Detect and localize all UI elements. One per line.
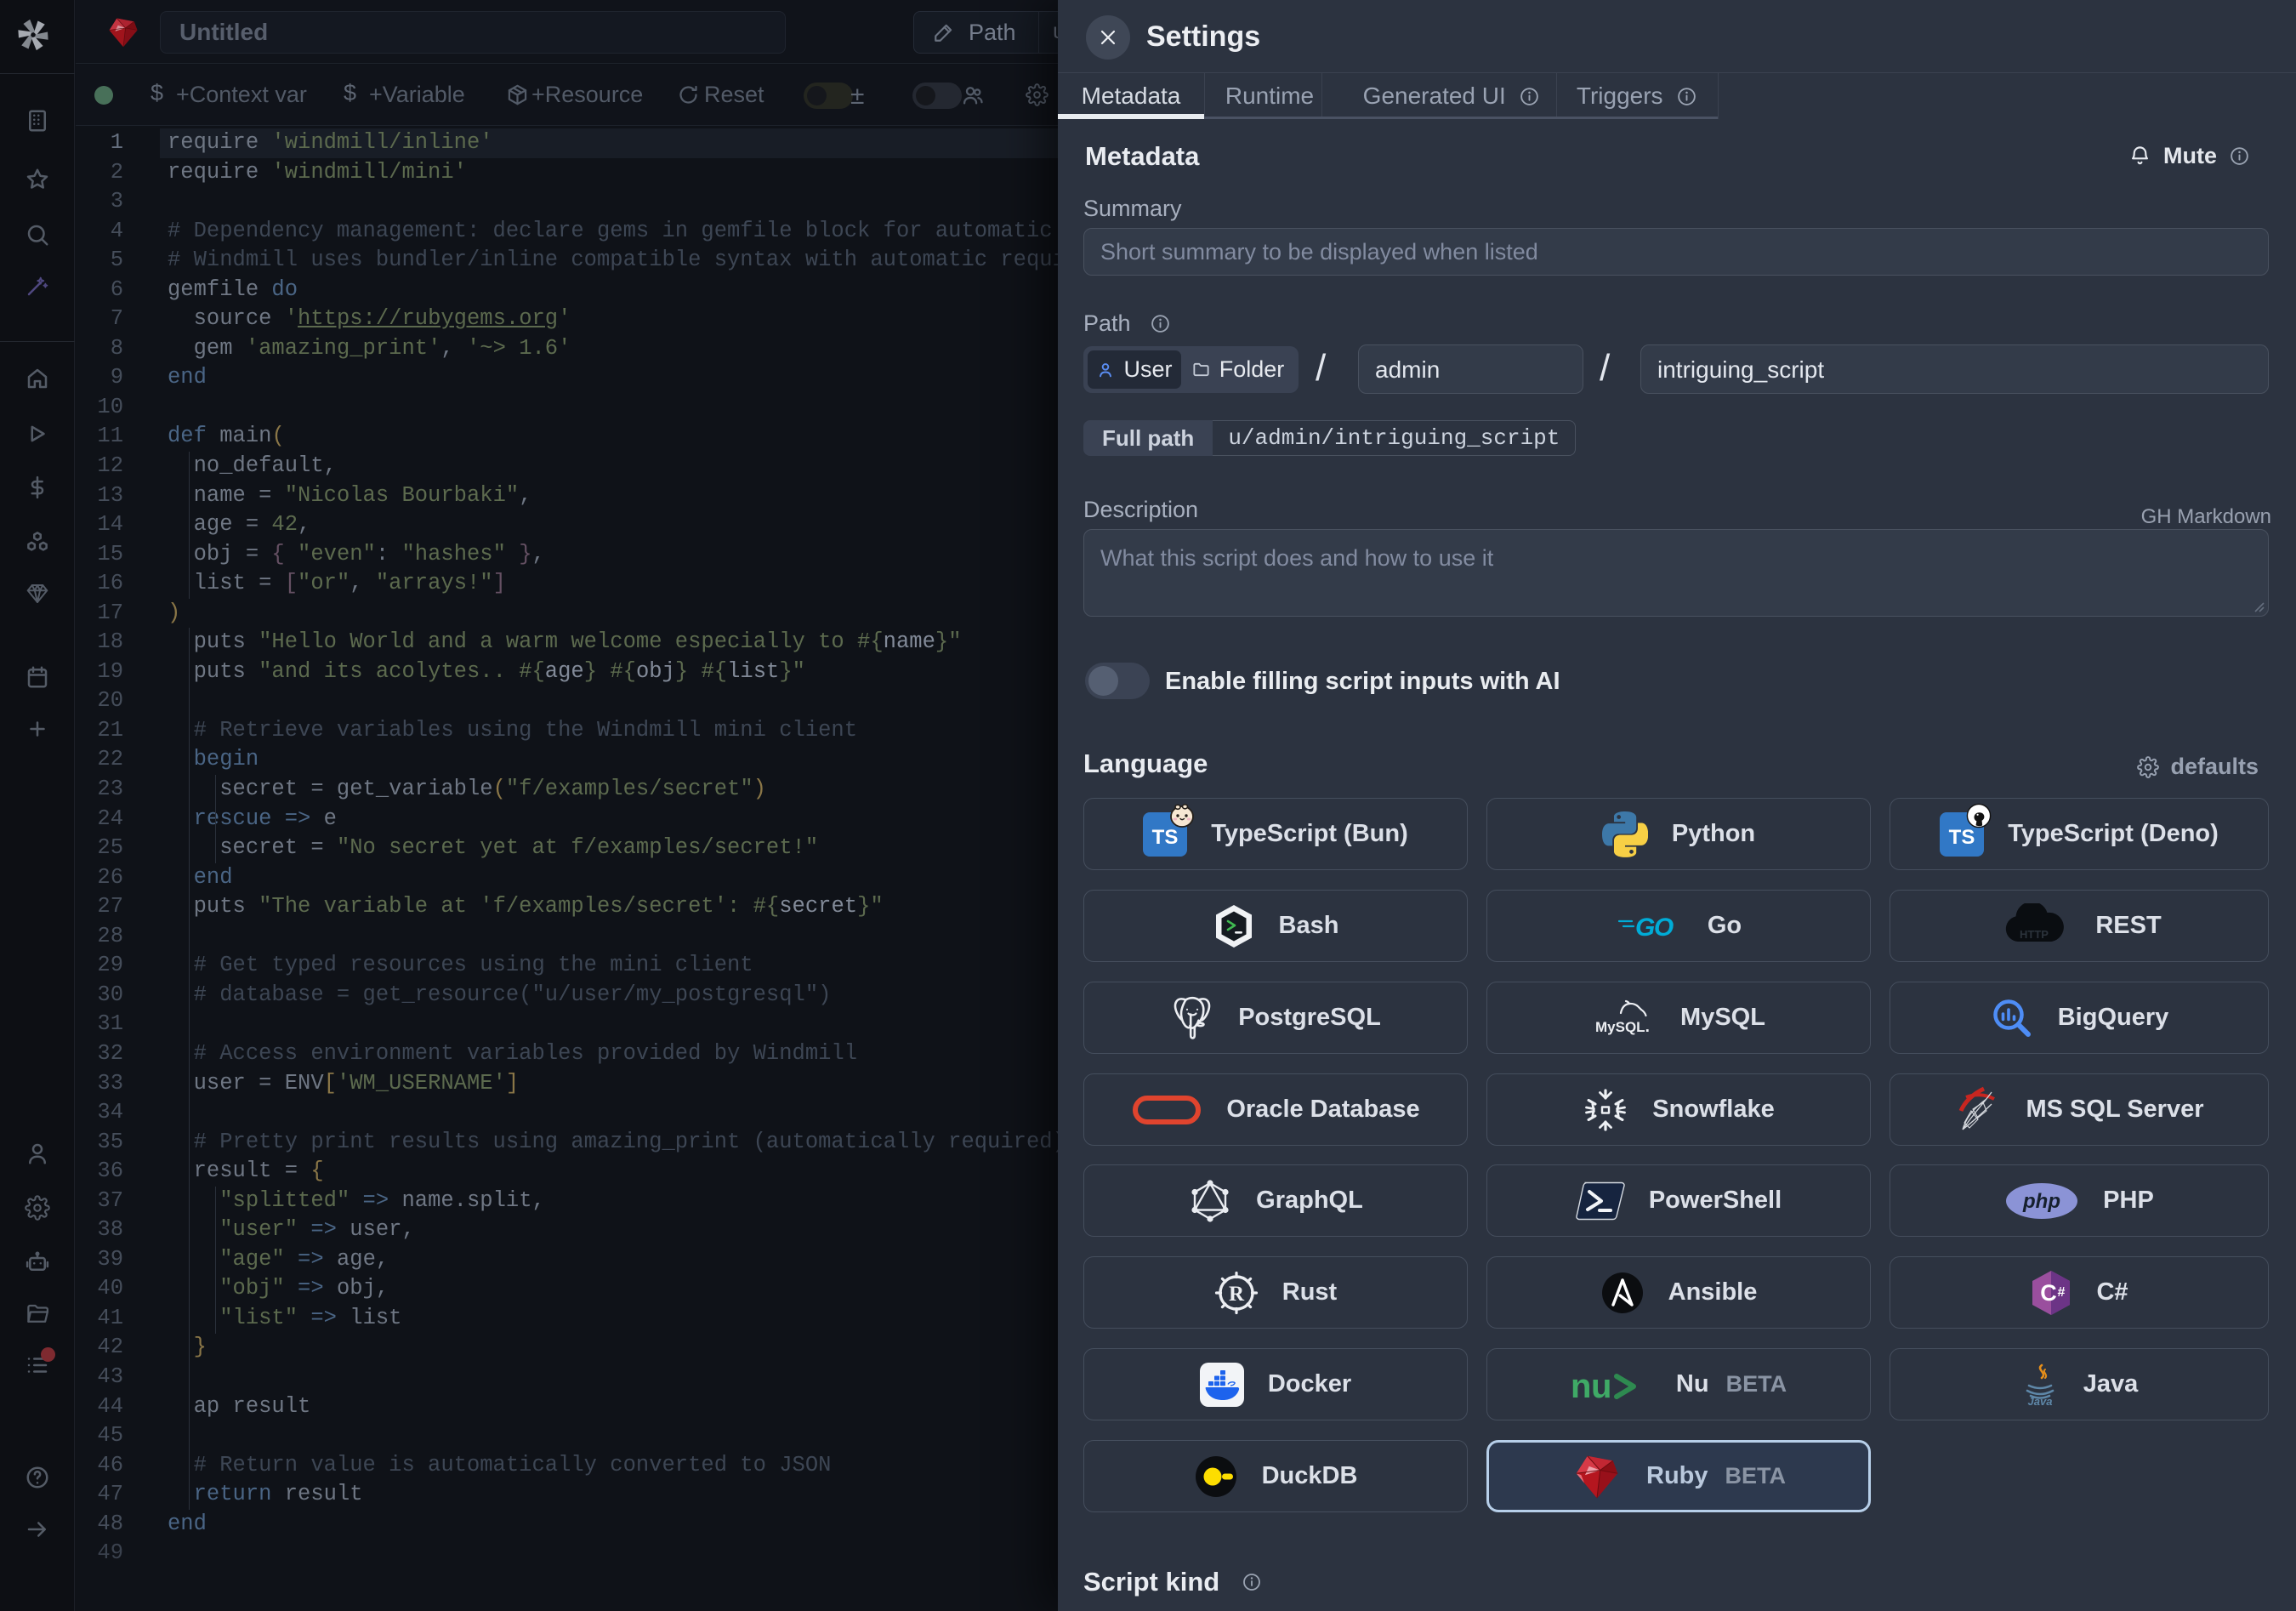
svg-text:C: C (2041, 1280, 2058, 1306)
svg-text:GO: GO (1635, 914, 1674, 942)
svg-text:u: u (1591, 1368, 1611, 1405)
svg-text:php: php (2022, 1190, 2060, 1213)
svg-text:R: R (1229, 1283, 1245, 1306)
svg-text:n: n (1571, 1368, 1591, 1405)
svg-text:MySQL.: MySQL. (1595, 1018, 1650, 1036)
svg-text:HTTP: HTTP (2020, 928, 2049, 941)
svg-text:Java: Java (2027, 1395, 2052, 1407)
svg-text:#: # (2058, 1285, 2066, 1300)
